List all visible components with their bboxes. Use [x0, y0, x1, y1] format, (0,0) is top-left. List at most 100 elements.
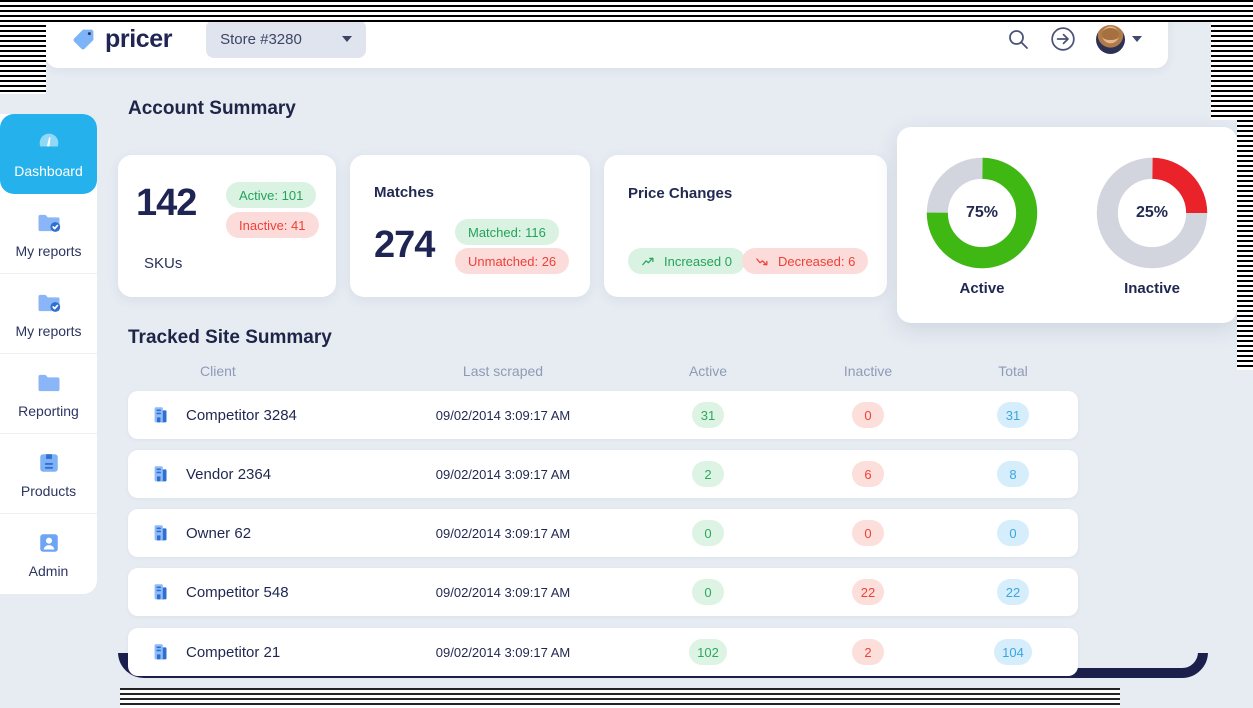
sidebar-item-reporting[interactable]: Reporting	[0, 354, 97, 434]
total-count-badge: 104	[994, 639, 1032, 665]
sidebar-item-label: Products	[20, 482, 77, 499]
sidebar-item-label: My reports	[15, 322, 82, 339]
sidebar-item-label: My reports	[15, 242, 82, 259]
inactive-donut-value: 25%	[1135, 203, 1169, 221]
cell-active: 2	[628, 461, 788, 487]
cell-inactive: 0	[788, 520, 948, 546]
inactive-count-badge: 0	[852, 520, 884, 546]
cell-active: 0	[628, 579, 788, 605]
active-donut-value: 75%	[965, 203, 999, 221]
unmatched-badge: Unmatched: 26	[455, 248, 570, 274]
status-donut-panel: 75% Active 25% Inactive	[897, 127, 1237, 323]
total-count-badge: 0	[997, 520, 1029, 546]
box-icon	[39, 453, 58, 472]
cell-total: 104	[948, 639, 1078, 665]
sidebar-item-dashboard[interactable]: Dashboard	[0, 114, 97, 194]
cell-client-name: Vendor 2364	[186, 465, 272, 483]
table-row[interactable]: Vendor 2364 09/02/2014 3:09:17 AM 2 6 8	[128, 450, 1078, 498]
price-changes-heading: Price Changes	[628, 185, 733, 202]
skus-inactive-badge: Inactive: 41	[226, 212, 319, 238]
cell-client: Competitor 21	[128, 641, 378, 663]
inactive-count-badge: 2	[852, 639, 884, 665]
cell-active: 0	[628, 520, 788, 546]
active-donut-caption: Active	[959, 279, 1005, 297]
column-header-inactive: Inactive	[843, 363, 893, 379]
cell-inactive: 6	[788, 461, 948, 487]
active-count-badge: 2	[692, 461, 724, 487]
active-count-badge: 0	[692, 520, 724, 546]
sidebar-item-label: Reporting	[18, 402, 79, 419]
cell-active: 31	[628, 402, 788, 428]
cell-total: 0	[948, 520, 1078, 546]
price-increased-badge: Increased 0	[628, 248, 745, 274]
table-row[interactable]: Competitor 21 09/02/2014 3:09:17 AM 102 2 10…	[128, 628, 1078, 676]
search-icon[interactable]	[1006, 27, 1030, 51]
cell-total: 8	[948, 461, 1078, 487]
active-count-badge: 0	[692, 579, 724, 605]
sidebar-item-my-reports-2[interactable]: My reports	[0, 274, 97, 354]
table-row[interactable]: Owner 62 09/02/2014 3:09:17 AM 0 0 0	[128, 509, 1078, 557]
active-donut-chart: 75%	[923, 154, 1041, 272]
price-increased-label: Increased 0	[664, 253, 732, 269]
matches-heading: Matches	[374, 184, 435, 201]
cell-last-scraped: 09/02/2014 3:09:17 AM	[435, 584, 571, 600]
table-row[interactable]: Competitor 3284 09/02/2014 3:09:17 AM 31 0 3…	[128, 391, 1078, 439]
cell-inactive: 22	[788, 579, 948, 605]
trend-up-icon	[642, 257, 654, 265]
inactive-donut-caption: Inactive	[1124, 279, 1180, 297]
column-header-active: Active	[688, 363, 728, 379]
sidebar-item-label: Admin	[28, 563, 69, 579]
building-icon	[154, 407, 167, 423]
cell-active: 102	[628, 639, 788, 665]
user-menu[interactable]	[1096, 24, 1142, 54]
skus-label: SKUs	[144, 255, 183, 272]
cell-client: Competitor 3284	[128, 404, 378, 426]
active-count-badge: 31	[692, 402, 724, 428]
table-header: Client Last scraped Active Inactive Tota…	[128, 363, 1078, 379]
price-decreased-label: Decreased: 6	[778, 253, 856, 269]
cell-inactive: 0	[788, 402, 948, 428]
folder-check-icon	[38, 214, 60, 232]
sign-in-icon[interactable]	[1050, 26, 1076, 52]
cell-client: Vendor 2364	[128, 463, 378, 485]
page-title: Account Summary	[128, 98, 296, 119]
cell-last-scraped: 09/02/2014 3:09:17 AM	[435, 525, 571, 541]
price-decreased-badge: Decreased: 6	[742, 248, 869, 274]
folder-check-icon	[38, 294, 60, 312]
store-selector[interactable]: Store #3280	[206, 20, 367, 58]
cell-client-name: Competitor 548	[186, 583, 289, 601]
cell-client-name: Owner 62	[186, 524, 252, 542]
inactive-count-badge: 0	[852, 402, 884, 428]
cell-total: 31	[948, 402, 1078, 428]
table-row[interactable]: Competitor 548 09/02/2014 3:09:17 AM 0 22 22	[128, 568, 1078, 616]
cell-last-scraped: 09/02/2014 3:09:17 AM	[435, 644, 571, 660]
building-icon	[154, 644, 167, 660]
chevron-down-icon	[1132, 36, 1142, 42]
building-icon	[154, 466, 167, 482]
app-content: pricer Store #3280 Dashboard My reports …	[0, 0, 1253, 708]
column-header-client: Client	[200, 363, 236, 379]
cell-client-name: Competitor 3284	[186, 406, 297, 424]
active-donut-block: 75% Active	[923, 154, 1041, 297]
cell-client: Owner 62	[128, 522, 378, 544]
total-count-badge: 8	[997, 461, 1029, 487]
cell-inactive: 2	[788, 639, 948, 665]
inactive-donut-chart: 25%	[1093, 154, 1211, 272]
top-navigation-bar: pricer Store #3280	[46, 10, 1168, 68]
column-header-scraped: Last scraped	[462, 363, 544, 379]
inactive-count-badge: 22	[852, 579, 884, 605]
sidebar-item-my-reports-1[interactable]: My reports	[0, 194, 97, 274]
sidebar: Dashboard My reports My reports Reportin…	[0, 114, 97, 594]
store-selector-value: Store #3280	[220, 30, 302, 48]
sidebar-item-products[interactable]: Products	[0, 434, 97, 514]
top-bar-actions	[1006, 24, 1142, 54]
brand-logo[interactable]: pricer	[72, 25, 172, 54]
avatar	[1096, 24, 1125, 54]
tracked-site-summary-title: Tracked Site Summary	[128, 327, 332, 348]
cell-last-scraped: 09/02/2014 3:09:17 AM	[435, 466, 571, 482]
sidebar-item-admin[interactable]: Admin	[0, 514, 97, 594]
sidebar-item-label: Dashboard	[14, 163, 83, 179]
cell-client: Competitor 548	[128, 581, 378, 603]
matched-badge: Matched: 116	[455, 219, 559, 245]
user-square-icon	[39, 534, 58, 552]
